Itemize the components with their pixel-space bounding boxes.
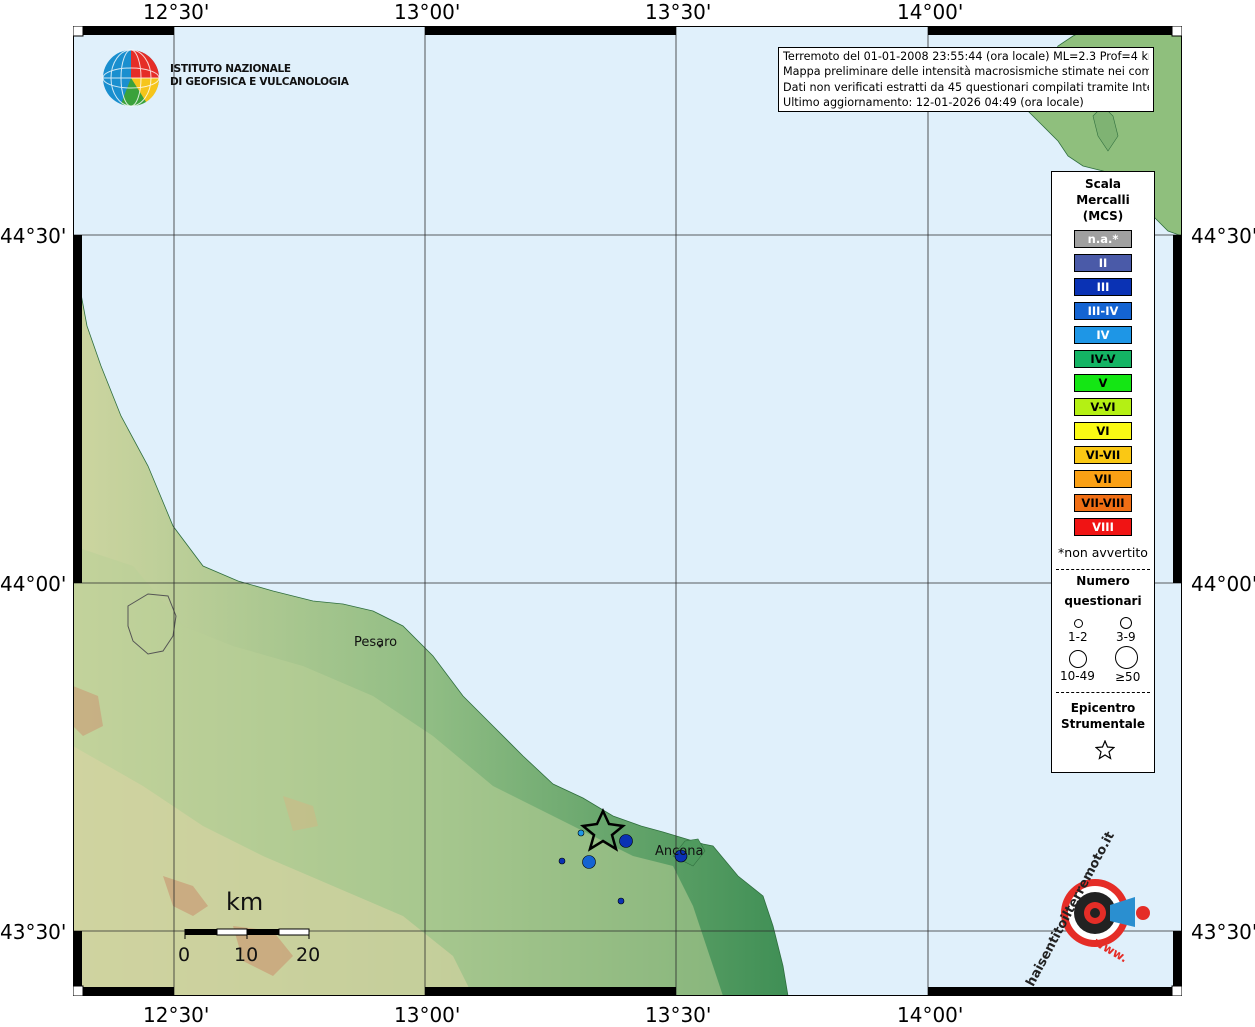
count-title-line: questionari — [1064, 594, 1142, 608]
intensity-swatch: V-VI — [1074, 398, 1132, 416]
scale-bar-label-0: 0 — [178, 944, 191, 966]
lon-tick-top-4: 14°00' — [897, 0, 964, 24]
legend-title-line: Scala — [1084, 177, 1122, 191]
intensity-map — [73, 26, 1182, 996]
intensity-swatch: n.a.* — [1074, 230, 1132, 248]
hsit-logo — [1061, 879, 1150, 947]
lon-tick-bottom-2: 13°00' — [394, 1003, 461, 1027]
intensity-swatch: V — [1074, 374, 1132, 392]
lat-tick-left-3: 43°30' — [0, 920, 67, 944]
info-line: Mappa preliminare delle intensità macros… — [783, 65, 1149, 79]
count-title-line: Numero — [1076, 574, 1130, 588]
lat-tick-right-1: 44°30' — [1191, 224, 1255, 248]
count-circle-10-49 — [1069, 650, 1087, 668]
intensity-swatch: VII-VIII — [1074, 494, 1132, 512]
intensity-swatch: VI — [1074, 422, 1132, 440]
count-label: ≥50 — [1115, 670, 1141, 684]
scale-bar-label-20: 20 — [296, 944, 321, 966]
observation-point — [558, 857, 566, 865]
count-label: 3-9 — [1116, 630, 1136, 644]
epicenter-title-line: Epicentro — [1070, 701, 1136, 715]
info-line: Terremoto del 01-01-2008 23:55:44 (ora l… — [783, 50, 1149, 63]
lat-tick-right-3: 43°30' — [1191, 920, 1255, 944]
intensity-swatch: III-IV — [1074, 302, 1132, 320]
lon-tick-bottom-4: 14°00' — [897, 1003, 964, 1027]
legend-note: *non avvertito — [1058, 545, 1148, 560]
epicenter-title-line: Strumentale — [1060, 717, 1146, 731]
intensity-swatch: VII — [1074, 470, 1132, 488]
intensity-swatch: IV-V — [1074, 350, 1132, 368]
lat-tick-left-1: 44°30' — [0, 224, 67, 248]
info-line: Dati non verificati estratti da 45 quest… — [783, 80, 1149, 94]
count-label: 1-2 — [1068, 630, 1088, 644]
event-info-box: Terremoto del 01-01-2008 23:55:44 (ora l… — [778, 47, 1154, 113]
count-circle-1-2 — [1074, 619, 1083, 628]
lat-tick-left-2: 44°00' — [0, 572, 67, 596]
place-label-pesaro: Pesaro — [354, 635, 398, 650]
intensity-swatch: VIII — [1074, 518, 1132, 536]
scale-bar-unit: km — [226, 888, 264, 916]
observation-point — [577, 829, 585, 837]
intensity-swatch: III — [1074, 278, 1132, 296]
intensity-swatch: II — [1074, 254, 1132, 272]
lon-tick-top-3: 13°30' — [645, 0, 712, 24]
ingv-name: ISTITUTO NAZIONALE DI GEOFISICA E VULCAN… — [170, 63, 349, 88]
scale-bar-label-10: 10 — [234, 944, 259, 966]
map-legend: Scala Mercalli (MCS) n.a.* II III III-IV IV I… — [1051, 171, 1155, 773]
star-icon — [1095, 740, 1115, 760]
legend-title-line: Mercalli — [1076, 193, 1130, 207]
lon-tick-top-1: 12°30' — [143, 0, 210, 24]
intensity-swatch: VI-VII — [1074, 446, 1132, 464]
info-line: Ultimo aggiornamento: 12-01-2026 04:49 (… — [783, 95, 1084, 109]
place-label-ancona: Ancona — [655, 844, 704, 859]
lon-tick-bottom-3: 13°30' — [645, 1003, 712, 1027]
count-circle-50 — [1115, 646, 1138, 669]
observation-point — [619, 834, 633, 848]
observation-point — [617, 897, 625, 905]
lat-tick-right-2: 44°00' — [1191, 572, 1255, 596]
observation-point — [582, 855, 596, 869]
count-circle-3-9 — [1120, 617, 1132, 629]
ingv-globe-logo — [102, 49, 160, 107]
intensity-swatch: IV — [1074, 326, 1132, 344]
lon-tick-bottom-1: 12°30' — [143, 1003, 210, 1027]
count-label: 10-49 — [1060, 669, 1095, 683]
lon-tick-top-2: 13°00' — [394, 0, 461, 24]
legend-title-line: (MCS) — [1082, 209, 1124, 223]
